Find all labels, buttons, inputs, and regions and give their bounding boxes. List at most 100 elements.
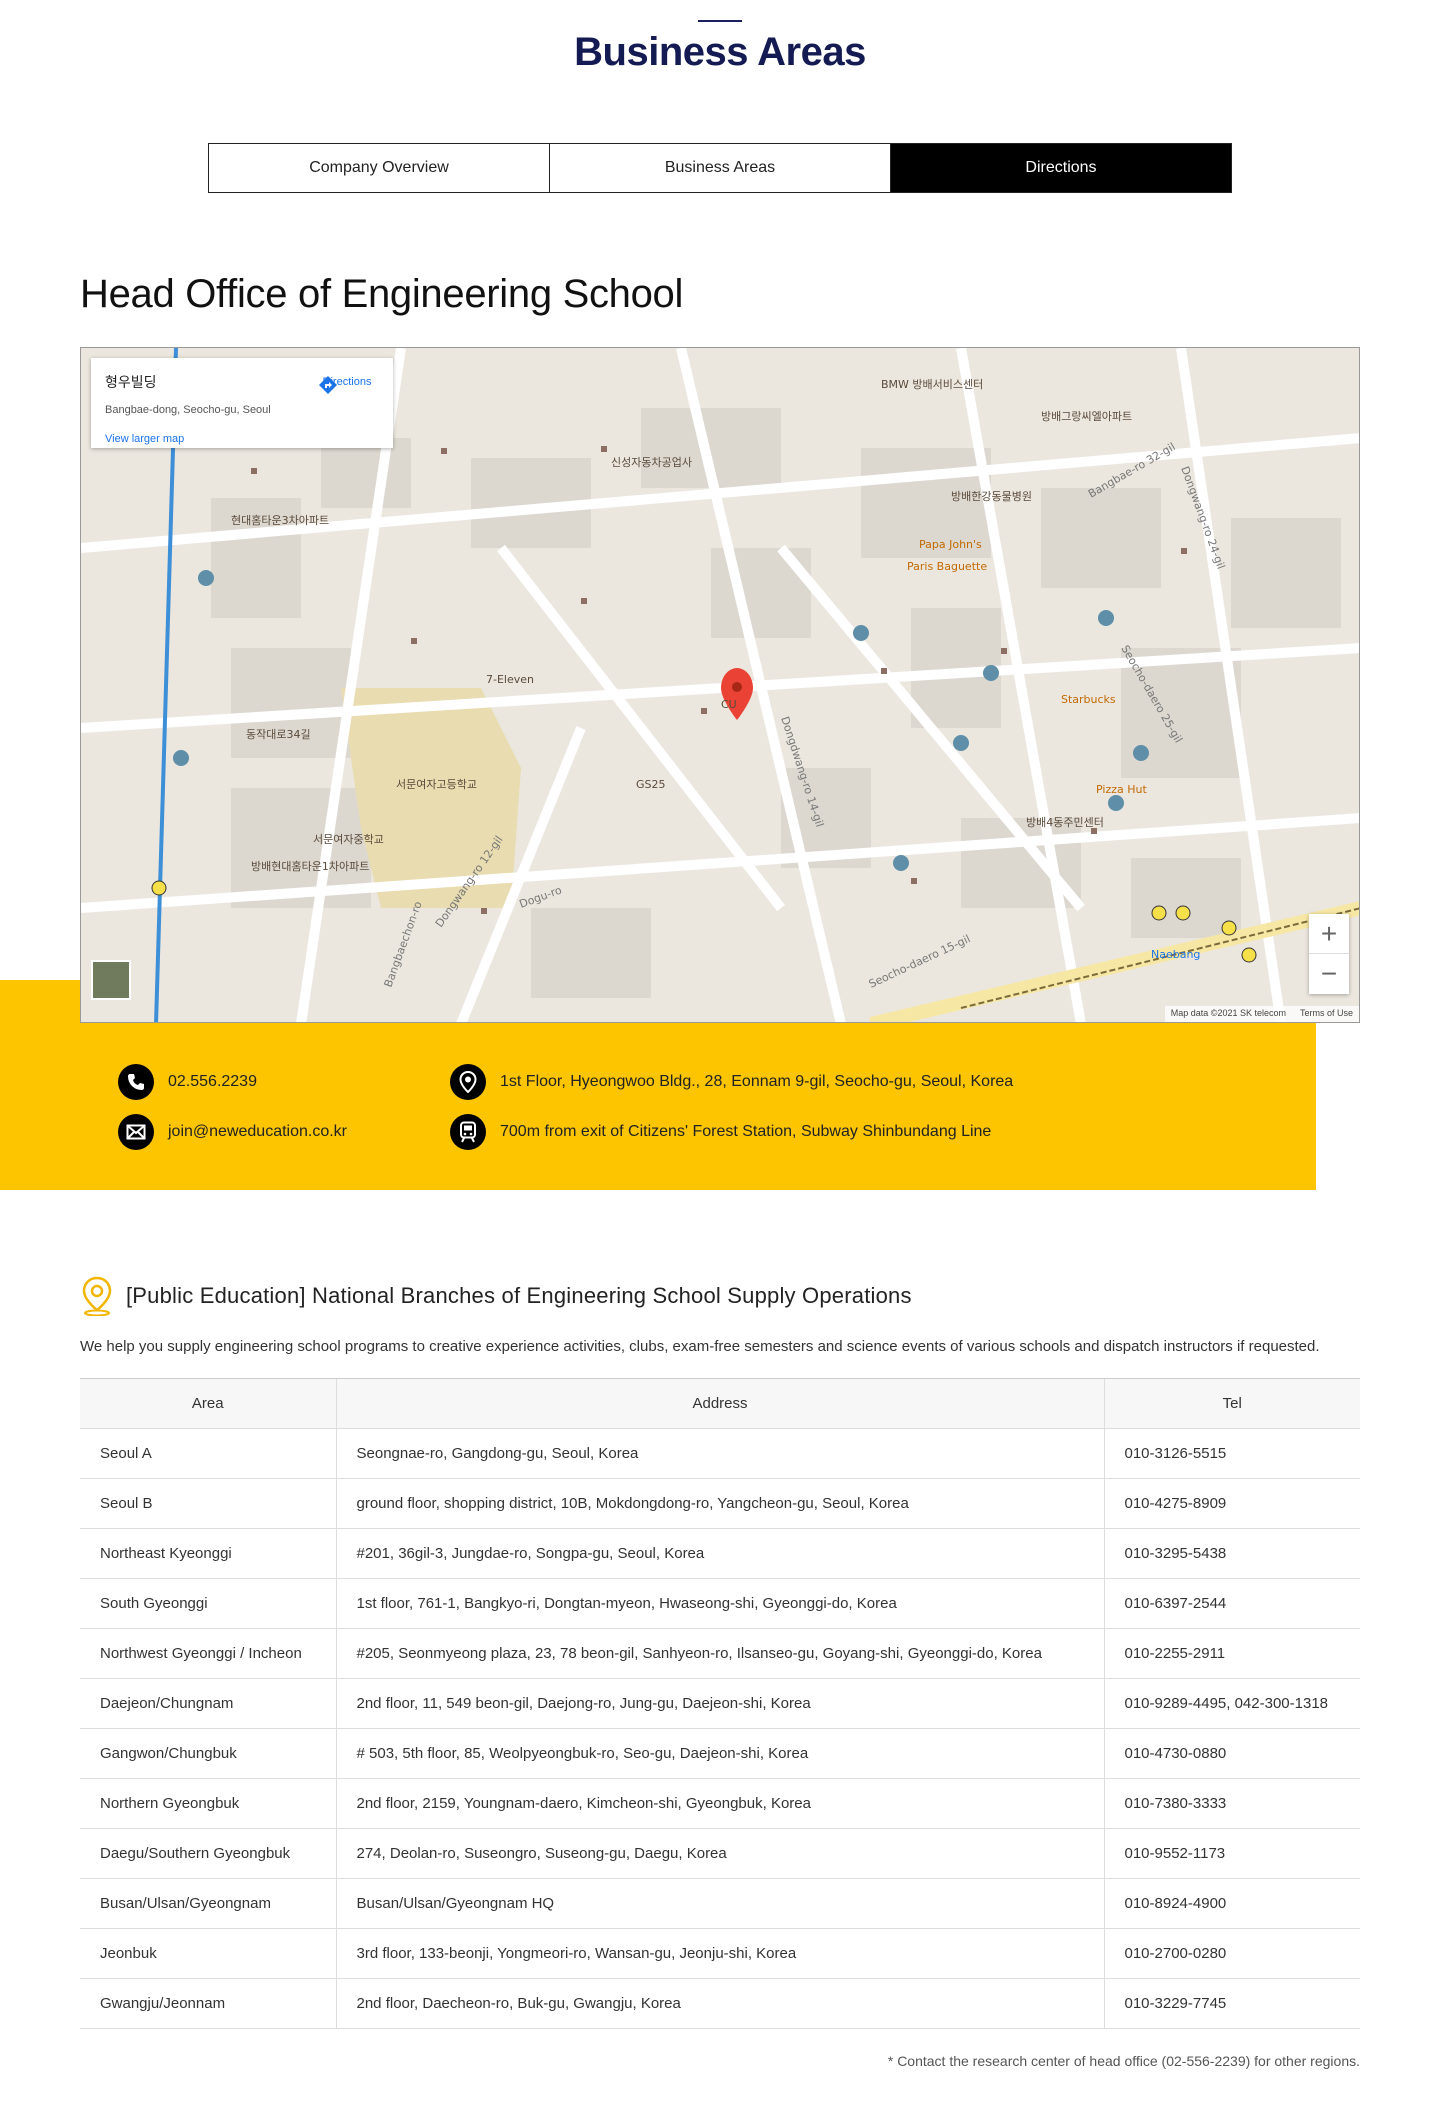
subway-icon [450, 1114, 486, 1150]
svg-text:방배그랑씨엘아파트: 방배그랑씨엘아파트 [1041, 410, 1132, 423]
svg-text:Papa John's: Papa John's [919, 538, 982, 551]
map-satellite-toggle[interactable] [91, 960, 131, 1000]
cell-address: 274, Deolan-ro, Suseongro, Suseong-gu, D… [335, 1828, 1104, 1879]
table-row: Northeast Kyeonggi #201, 36gil-3, Jungdae… [80, 1528, 1360, 1579]
cell-area: Daegu/Southern Gyeongbuk [80, 1828, 336, 1879]
cell-address: Seongnae-ro, Gangdong-gu, Seoul, Korea [335, 1428, 1104, 1479]
cell-address: 3rd floor, 133-beonji, Yongmeori-ro, Wan… [335, 1928, 1104, 1979]
cell-address: 2nd floor, Daecheon-ro, Buk-gu, Gwangju,… [335, 1978, 1104, 2029]
cell-area: Northeast Kyeonggi [80, 1528, 336, 1579]
cell-tel: 010-4730-0880 [1103, 1728, 1360, 1779]
svg-text:CU: CU [721, 698, 737, 711]
branches-note: * Contact the research center of head of… [887, 2053, 1360, 2069]
map-footer: Map data ©2021 SK telecom Terms of Use [1164, 1006, 1359, 1022]
cell-tel: 010-3126-5515 [1103, 1428, 1360, 1479]
contact-phone: 02.556.2239 [118, 1064, 257, 1100]
cell-area: Daejeon/Chungnam [80, 1678, 336, 1729]
cell-tel: 010-8924-4900 [1103, 1878, 1360, 1929]
cell-address: 2nd floor, 2159, Youngnam-daero, Kimcheo… [335, 1778, 1104, 1829]
branches-description: We help you supply engineering school pr… [80, 1338, 1320, 1355]
branches-table: Area Address Tel Seoul A Seongnae-ro, Gan… [80, 1378, 1360, 2029]
cell-area: Gwangju/Jeonnam [80, 1978, 336, 2029]
svg-text:동작대로34길: 동작대로34길 [246, 728, 311, 741]
column-header-tel: Tel [1103, 1378, 1360, 1429]
svg-text:Starbucks: Starbucks [1061, 693, 1116, 706]
cell-address: #201, 36gil-3, Jungdae-ro, Songpa-gu, Se… [335, 1528, 1104, 1579]
table-header-row: Area Address Tel [80, 1378, 1360, 1429]
map-directions-button[interactable]: Directions [317, 374, 377, 394]
contact-phone-text[interactable]: 02.556.2239 [168, 1073, 257, 1091]
cell-address: #205, Seonmyeong plaza, 23, 78 beon-gil,… [335, 1628, 1104, 1679]
cell-address: ground floor, shopping district, 10B, Mo… [335, 1478, 1104, 1529]
contact-subway-text: 700m from exit of Citizens' Forest Stati… [500, 1123, 992, 1140]
map-attribution: Map data ©2021 SK telecom [1170, 1008, 1286, 1018]
map-terms-link[interactable]: Terms of Use [1300, 1008, 1353, 1020]
contact-address: 1st Floor, Hyeongwoo Bldg., 28, Eonnam 9… [450, 1064, 1013, 1100]
map-place-card: 형우빌딩 Bangbae-dong, Seocho-gu, Seoul View… [91, 358, 393, 448]
page-title: Business Areas [574, 30, 866, 74]
cell-tel: 010-9552-1173 [1103, 1828, 1360, 1879]
svg-text:방배한강동물병원: 방배한강동물병원 [951, 490, 1032, 503]
map[interactable]: 방배그랑씨엘아파트 신성자동차공업사 방배한강동물병원 서문여자고등학교 방배4… [80, 347, 1360, 1023]
svg-text:방배4동주민센터: 방배4동주민센터 [1026, 816, 1104, 829]
cell-area: Jeonbuk [80, 1928, 336, 1979]
svg-text:현대홈타운3차아파트: 현대홈타운3차아파트 [231, 513, 329, 527]
table-row: Northwest Gyeonggi / Incheon #205, Seonmy… [80, 1628, 1360, 1679]
map-canvas[interactable]: 방배그랑씨엘아파트 신성자동차공업사 방배한강동물병원 서문여자고등학교 방배4… [81, 348, 1360, 1023]
phone-icon [118, 1064, 154, 1100]
cell-area: Busan/Ulsan/Gyeongnam [80, 1878, 336, 1929]
map-pin-icon [450, 1064, 486, 1100]
cell-tel: 010-9289-4495, 042-300-1318 [1103, 1678, 1360, 1729]
table-row: Seoul A Seongnae-ro, Gangdong-gu, Seoul, … [80, 1428, 1360, 1479]
table-row: Northern Gyeongbuk 2nd floor, 2159, Young… [80, 1778, 1360, 1829]
cell-address: 1st floor, 761-1, Bangkyo-ri, Dongtan-my… [335, 1578, 1104, 1629]
cell-tel: 010-7380-3333 [1103, 1778, 1360, 1829]
contact-email-text[interactable]: join@neweducation.co.kr [168, 1123, 347, 1141]
svg-text:서문여자중학교: 서문여자중학교 [313, 833, 384, 846]
svg-text:방배현대홈타운1차아파트: 방배현대홈타운1차아파트 [251, 859, 369, 873]
contact-address-text: 1st Floor, Hyeongwoo Bldg., 28, Eonnam 9… [500, 1073, 1014, 1090]
svg-text:Paris Baguette: Paris Baguette [907, 560, 987, 573]
cell-area: Northern Gyeongbuk [80, 1778, 336, 1829]
table-row: Busan/Ulsan/Gyeongnam Busan/Ulsan/Gyeongn… [80, 1878, 1360, 1929]
table-row: Daejeon/Chungnam 2nd floor, 11, 549 beon-… [80, 1678, 1360, 1729]
tab-directions[interactable]: Directions [891, 144, 1231, 192]
cell-area: Seoul B [80, 1478, 336, 1529]
mail-icon [118, 1114, 154, 1150]
cell-tel: 010-6397-2544 [1103, 1578, 1360, 1629]
cell-area: Gangwon/Chungbuk [80, 1728, 336, 1779]
map-place-name: 형우빌딩 [105, 374, 157, 390]
cell-area: South Gyeonggi [80, 1578, 336, 1629]
location-pin-icon [82, 1276, 112, 1316]
cell-address: # 503, 5th floor, 85, Weolpyeongbuk-ro, … [335, 1728, 1104, 1779]
svg-text:신성자동차공업사: 신성자동차공업사 [611, 456, 692, 469]
column-header-area: Area [80, 1378, 336, 1429]
directions-icon [319, 376, 337, 394]
map-zoom-controls: + − [1309, 914, 1349, 994]
cell-address: 2nd floor, 11, 549 beon-gil, Daejong-ro,… [335, 1678, 1104, 1729]
cell-tel: 010-3295-5438 [1103, 1528, 1360, 1579]
svg-text:서문여자고등학교: 서문여자고등학교 [396, 778, 477, 791]
map-location-pin-dot [732, 682, 742, 692]
contact-email: join@neweducation.co.kr [118, 1114, 347, 1150]
table-row: Seoul Bground floor, shopping district, … [80, 1478, 1360, 1529]
view-larger-map-link[interactable]: View larger map [105, 433, 184, 445]
table-row: Daegu/Southern Gyeongbuk 274, Deolan-ro, … [80, 1828, 1360, 1879]
svg-text:BMW 방배서비스센터: BMW 방배서비스센터 [881, 378, 983, 391]
cell-tel: 010-2700-0280 [1103, 1928, 1360, 1979]
zoom-out-button[interactable]: − [1309, 954, 1349, 994]
tab-business-areas[interactable]: Business Areas [550, 144, 891, 192]
branches-heading: [Public Education] National Branches of … [80, 1276, 912, 1316]
office-title: Head Office of Engineering School [80, 272, 684, 316]
svg-text:Naebang: Naebang [1151, 948, 1200, 961]
table-row: Gangwon/Chungbuk # 503, 5th floor, 85, We… [80, 1728, 1360, 1779]
tab-company-overview[interactable]: Company Overview [209, 144, 550, 192]
zoom-in-button[interactable]: + [1309, 914, 1349, 954]
column-header-address: Address [335, 1378, 1104, 1429]
svg-text:GS25: GS25 [636, 778, 666, 791]
table-row: Gwangju/Jeonnam 2nd floor, Daecheon-ro, B… [80, 1978, 1360, 2029]
svg-text:7-Eleven: 7-Eleven [486, 673, 534, 686]
cell-tel: 010-4275-8909 [1103, 1478, 1360, 1529]
svg-text:Pizza Hut: Pizza Hut [1096, 783, 1147, 796]
map-place-address: Bangbae-dong, Seocho-gu, Seoul [105, 404, 271, 416]
